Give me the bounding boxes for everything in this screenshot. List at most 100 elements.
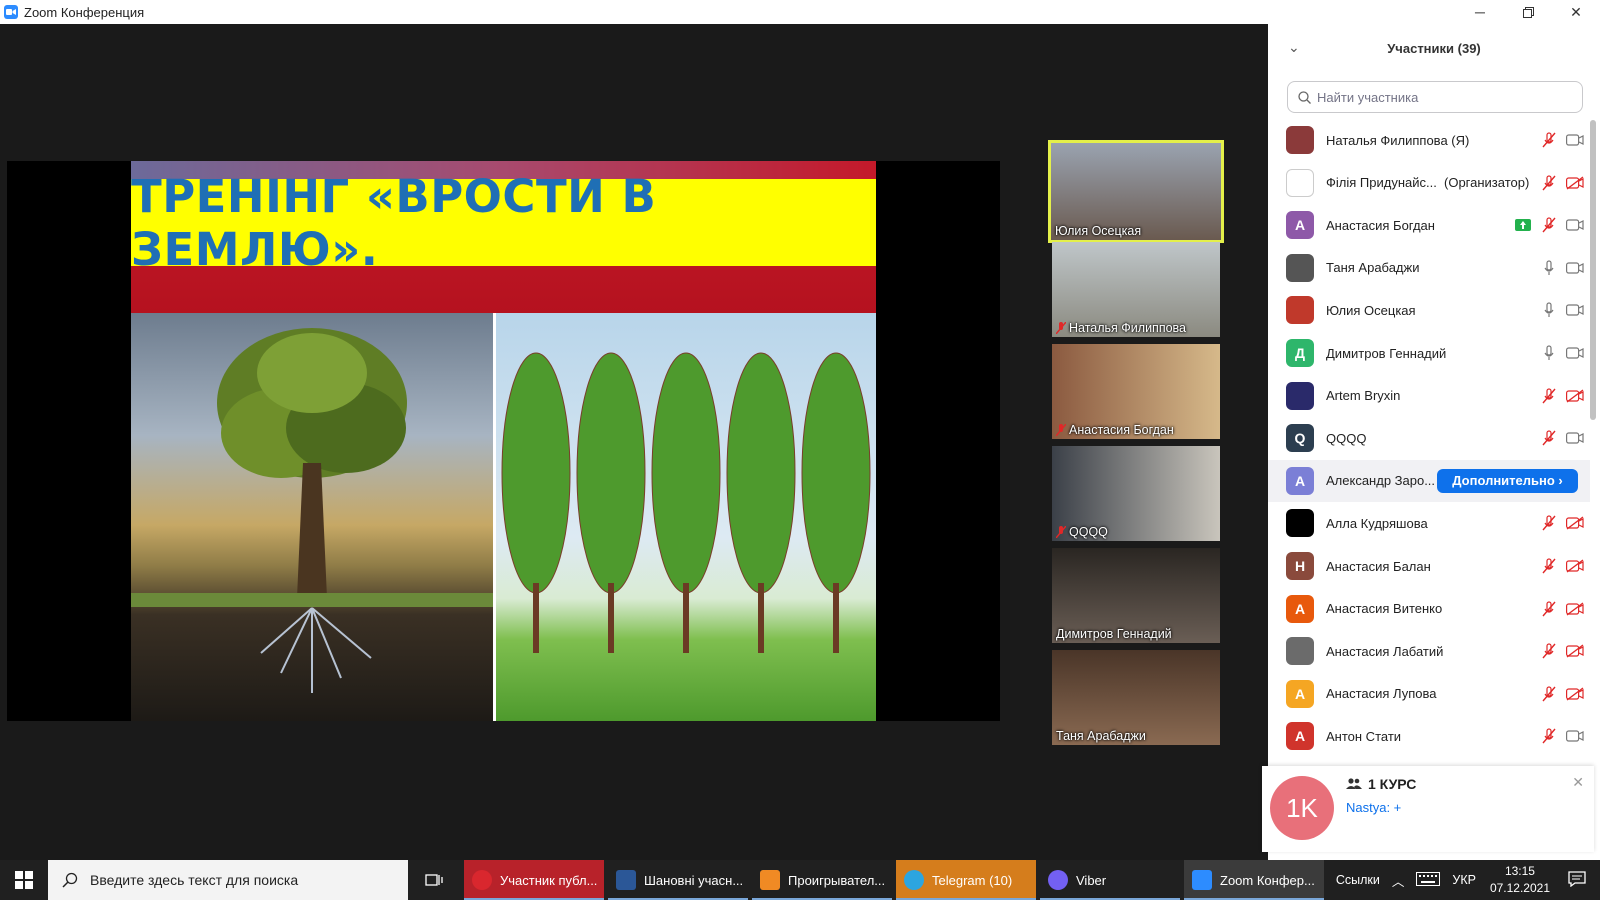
tree-roots-image [131, 313, 493, 721]
notification-title: 1 КУРС [1368, 776, 1417, 792]
links-toolbar[interactable]: Ссылки [1336, 873, 1380, 887]
chat-notification[interactable]: 1K 1 КУРС Nastya: + ✕ [1262, 766, 1594, 852]
participant-row[interactable]: A Анастасия Богдан [1268, 204, 1590, 246]
camera-off-icon[interactable] [1566, 175, 1584, 191]
camera-icon[interactable] [1566, 217, 1584, 233]
participant-row[interactable]: A Александр Заро... Дополнительно › [1268, 459, 1590, 502]
avatar [1286, 253, 1314, 282]
participant-name: Філія Придунайс... [1326, 175, 1437, 191]
close-button[interactable]: ✕ [1552, 0, 1600, 24]
taskbar-app-telegram[interactable]: Telegram (10) [896, 860, 1036, 900]
taskbar-app-label: Проигрывател... [788, 872, 886, 888]
participant-name: Алла Кудряшова [1326, 515, 1428, 531]
avatar: A [1286, 466, 1314, 495]
tile-name: Анастасия Богдан [1056, 423, 1174, 437]
participant-row[interactable]: Анастасия Лабатий [1268, 630, 1590, 672]
meeting-stage: ТРЕНІНГ «ВРОСТИ В ЗЕМЛЮ». Юлия Осецкая Н… [0, 24, 1268, 860]
clock[interactable]: 13:15 07.12.2021 [1490, 863, 1550, 897]
windows-start-button[interactable] [0, 860, 48, 900]
participant-row[interactable]: Наталья Филиппова (Я) [1268, 119, 1590, 161]
avatar: A [1286, 722, 1314, 751]
mic-muted-icon[interactable] [1540, 643, 1558, 659]
participant-row[interactable]: Таня Арабаджи [1268, 247, 1590, 289]
mic-muted-icon[interactable] [1540, 600, 1558, 617]
chevron-up-icon[interactable]: ︿ [1392, 871, 1405, 890]
participant-name: Анастасия Лабатий [1326, 643, 1444, 659]
screen-share-area[interactable]: ТРЕНІНГ «ВРОСТИ В ЗЕМЛЮ». [7, 161, 1000, 721]
camera-off-icon[interactable] [1566, 601, 1584, 617]
mic-muted-icon[interactable] [1540, 686, 1558, 702]
mic-muted-icon[interactable] [1540, 728, 1558, 744]
mic-muted-icon[interactable] [1540, 132, 1558, 148]
opera-icon [472, 870, 492, 890]
word-icon [616, 870, 636, 890]
search-box[interactable] [1287, 81, 1583, 113]
camera-icon[interactable] [1566, 728, 1584, 744]
presentation-slide: ТРЕНІНГ «ВРОСТИ В ЗЕМЛЮ». [131, 161, 876, 721]
mic-muted-icon[interactable] [1540, 217, 1558, 233]
camera-icon[interactable] [1566, 260, 1584, 276]
avatar [1286, 126, 1314, 154]
mic-muted-icon[interactable] [1540, 558, 1558, 574]
taskbar-app-viber[interactable]: Viber [1040, 860, 1180, 900]
panel-scrollbar[interactable] [1590, 120, 1596, 420]
minimize-button[interactable]: ─ [1456, 0, 1504, 24]
mic-icon[interactable] [1540, 345, 1558, 361]
participant-row[interactable]: Д Димитров Геннадий [1268, 332, 1590, 374]
participant-row[interactable]: H Анастасия Балан [1268, 545, 1590, 587]
taskbar-search-input[interactable] [90, 872, 390, 888]
mic-muted-icon[interactable] [1540, 387, 1558, 404]
tile-name: Димитров Геннадий [1056, 627, 1172, 641]
camera-icon[interactable] [1566, 345, 1584, 361]
video-tile[interactable]: Анастасия Богдан [1052, 344, 1220, 439]
language-indicator[interactable]: УКР [1452, 873, 1476, 887]
search-input[interactable] [1317, 89, 1567, 105]
camera-off-icon[interactable] [1566, 515, 1584, 531]
taskbar-app-opera[interactable]: Участник публ... [464, 860, 604, 900]
participant-row[interactable]: Філія Придунайс... (Организатор) [1268, 162, 1590, 204]
camera-icon[interactable] [1566, 302, 1584, 318]
participant-row[interactable]: Q QQQQ [1268, 417, 1590, 459]
keyboard-icon[interactable] [1416, 871, 1441, 889]
taskbar-search[interactable] [48, 860, 408, 900]
panel-header: ⌄ Участники (39) [1268, 24, 1600, 72]
more-button[interactable]: Дополнительно › [1437, 468, 1578, 493]
taskbar-app-zoom[interactable]: Zoom Конфер... [1184, 860, 1324, 900]
notifications-icon[interactable] [1568, 870, 1586, 890]
camera-icon[interactable] [1566, 430, 1584, 446]
mic-muted-icon[interactable] [1540, 515, 1558, 531]
clock-time: 13:15 [1504, 864, 1535, 878]
video-tile[interactable]: Наталья Филиппова [1052, 242, 1220, 337]
camera-off-icon[interactable] [1566, 388, 1584, 404]
mic-muted-icon[interactable] [1540, 430, 1558, 446]
camera-off-icon[interactable] [1566, 558, 1584, 574]
task-view-button[interactable] [408, 860, 460, 900]
clock-date: 07.12.2021 [1489, 881, 1550, 895]
participant-name: Антон Стати [1326, 728, 1402, 744]
mic-icon[interactable] [1540, 260, 1558, 276]
restore-button[interactable] [1504, 0, 1552, 24]
video-tile[interactable]: Таня Арабаджи [1052, 650, 1220, 745]
camera-icon[interactable] [1566, 132, 1584, 148]
close-icon[interactable]: ✕ [1572, 774, 1584, 791]
viber-icon [1048, 870, 1068, 890]
video-tile[interactable]: QQQQ [1052, 446, 1220, 541]
mic-icon[interactable] [1540, 302, 1558, 318]
participant-row[interactable]: A Антон Стати [1268, 715, 1590, 757]
participant-row[interactable]: A Анастасия Витенко [1268, 588, 1590, 630]
video-tile[interactable]: Юлия Осецкая [1048, 140, 1224, 243]
chevron-down-icon[interactable]: ⌄ [1288, 39, 1300, 56]
participant-row[interactable]: Юлия Осецкая [1268, 289, 1590, 331]
taskbar-app-player[interactable]: Проигрывател... [752, 860, 892, 900]
mic-muted-icon[interactable] [1540, 174, 1558, 191]
video-tile[interactable]: Димитров Геннадий [1052, 548, 1220, 643]
participant-row[interactable]: Artem Bryxin [1268, 375, 1590, 417]
camera-off-icon[interactable] [1566, 643, 1584, 659]
participant-row[interactable]: A Анастасия Лупова [1268, 673, 1590, 715]
taskbar-app-word[interactable]: Шановні учасн... [608, 860, 748, 900]
camera-off-icon[interactable] [1566, 686, 1584, 702]
tile-name: Наталья Филиппова [1056, 321, 1186, 335]
panel-title: Участники (39) [1387, 40, 1481, 56]
mic-muted-icon [1056, 322, 1066, 334]
participant-row[interactable]: Алла Кудряшова [1268, 502, 1590, 544]
